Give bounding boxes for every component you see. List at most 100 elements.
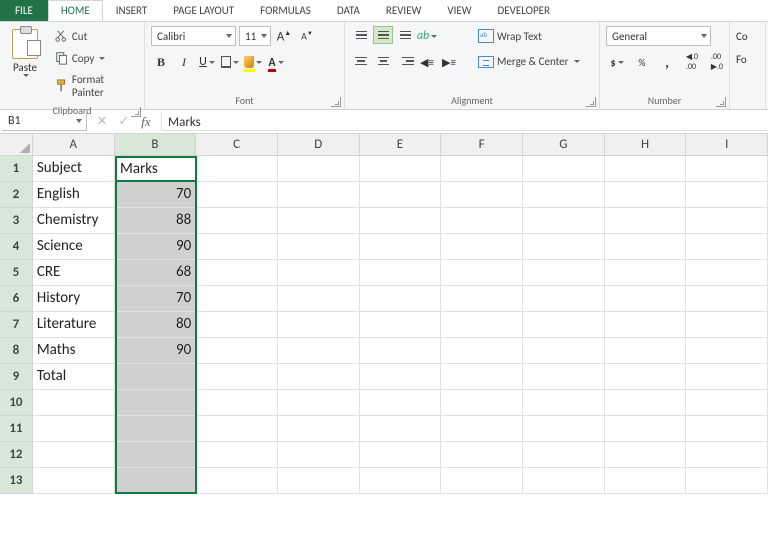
cell-H4[interactable] [605, 234, 687, 260]
cell-E7[interactable] [360, 312, 442, 338]
cell-B12[interactable] [115, 442, 197, 468]
cell-B6[interactable]: 70 [115, 286, 197, 312]
cell-F9[interactable] [441, 364, 523, 390]
merge-center-button[interactable]: Merge & Center [473, 52, 585, 71]
col-header-D[interactable]: D [278, 134, 360, 156]
row-header-1[interactable]: 1 [0, 156, 33, 182]
cell-A5[interactable]: CRE [33, 260, 115, 286]
name-box[interactable]: B1 [2, 112, 87, 131]
cell-I8[interactable] [686, 338, 768, 364]
cell-G6[interactable] [523, 286, 605, 312]
cell-H3[interactable] [605, 208, 687, 234]
cell-F12[interactable] [441, 442, 523, 468]
cell-G3[interactable] [523, 208, 605, 234]
cell-B10[interactable] [115, 390, 197, 416]
cell-H11[interactable] [605, 416, 687, 442]
cell-H13[interactable] [605, 468, 687, 494]
tab-home[interactable]: HOME [48, 0, 103, 21]
cell-C8[interactable] [196, 338, 278, 364]
cell-I12[interactable] [686, 442, 768, 468]
increase-decimal-button[interactable]: ◀.0.00 [681, 52, 703, 72]
cell-E4[interactable] [360, 234, 442, 260]
cell-F3[interactable] [441, 208, 523, 234]
cell-C9[interactable] [196, 364, 278, 390]
row-header-4[interactable]: 4 [0, 234, 33, 260]
tab-view[interactable]: VIEW [434, 0, 484, 21]
cell-D7[interactable] [278, 312, 360, 338]
cell-I6[interactable] [686, 286, 768, 312]
cut-button[interactable]: Cut [50, 26, 138, 46]
tab-review[interactable]: REVIEW [373, 0, 435, 21]
cell-G11[interactable] [523, 416, 605, 442]
cell-C5[interactable] [196, 260, 278, 286]
font-name-select[interactable]: Calibri [151, 26, 236, 46]
format-painter-button[interactable]: Format Painter [50, 70, 138, 102]
dialog-launcher-icon[interactable] [716, 97, 726, 107]
cell-B7[interactable]: 80 [115, 312, 197, 338]
align-center-button[interactable] [373, 52, 393, 70]
comma-format-button[interactable]: , [656, 52, 678, 72]
cell-E8[interactable] [360, 338, 442, 364]
paste-button[interactable]: Paste [6, 26, 44, 80]
tab-data[interactable]: DATA [324, 0, 373, 21]
row-header-11[interactable]: 11 [0, 416, 33, 442]
cell-C11[interactable] [196, 416, 278, 442]
cell-E10[interactable] [360, 390, 442, 416]
cell-A11[interactable] [33, 416, 115, 442]
cell-I9[interactable] [686, 364, 768, 390]
cell-A2[interactable]: English [33, 182, 115, 208]
select-all-corner[interactable] [0, 134, 33, 156]
cell-D11[interactable] [278, 416, 360, 442]
cell-B3[interactable]: 88 [115, 208, 197, 234]
decrease-font-button[interactable]: A▼ [297, 26, 317, 46]
tab-insert[interactable]: INSERT [103, 0, 161, 21]
font-size-select[interactable]: 11 [239, 26, 271, 46]
cell-A8[interactable]: Maths [33, 338, 115, 364]
cell-I3[interactable] [686, 208, 768, 234]
cell-I4[interactable] [686, 234, 768, 260]
cell-A12[interactable] [33, 442, 115, 468]
cell-G5[interactable] [523, 260, 605, 286]
tab-page-layout[interactable]: PAGE LAYOUT [160, 0, 247, 21]
cell-H8[interactable] [605, 338, 687, 364]
align-middle-button[interactable] [373, 26, 393, 44]
decrease-decimal-button[interactable]: .00▶.0 [706, 52, 728, 72]
cell-I11[interactable] [686, 416, 768, 442]
cell-H10[interactable] [605, 390, 687, 416]
cell-D13[interactable] [278, 468, 360, 494]
row-header-5[interactable]: 5 [0, 260, 33, 286]
cell-H9[interactable] [605, 364, 687, 390]
cell-A9[interactable]: Total [33, 364, 115, 390]
cell-D8[interactable] [278, 338, 360, 364]
cell-E6[interactable] [360, 286, 442, 312]
formula-input[interactable]: Marks [161, 112, 768, 131]
cell-D1[interactable] [278, 156, 360, 182]
cell-A3[interactable]: Chemistry [33, 208, 115, 234]
cell-H1[interactable] [605, 156, 687, 182]
percent-format-button[interactable]: % [631, 52, 653, 72]
cell-E5[interactable] [360, 260, 442, 286]
align-bottom-button[interactable] [395, 26, 415, 44]
wrap-text-button[interactable]: Wrap Text [473, 26, 585, 46]
cell-B8[interactable]: 90 [115, 338, 197, 364]
cell-B4[interactable]: 90 [115, 234, 197, 260]
cell-A6[interactable]: History [33, 286, 115, 312]
row-header-10[interactable]: 10 [0, 390, 33, 416]
row-header-6[interactable]: 6 [0, 286, 33, 312]
cell-B9[interactable] [115, 364, 197, 390]
cell-C4[interactable] [196, 234, 278, 260]
cell-F1[interactable] [441, 156, 523, 182]
cell-F10[interactable] [441, 390, 523, 416]
cell-G8[interactable] [523, 338, 605, 364]
cell-I10[interactable] [686, 390, 768, 416]
cell-G12[interactable] [523, 442, 605, 468]
cell-B1[interactable]: Marks [115, 156, 197, 182]
dialog-launcher-icon[interactable] [586, 97, 596, 107]
row-header-12[interactable]: 12 [0, 442, 33, 468]
cell-H5[interactable] [605, 260, 687, 286]
col-header-H[interactable]: H [605, 134, 687, 156]
cell-G9[interactable] [523, 364, 605, 390]
cell-D12[interactable] [278, 442, 360, 468]
italic-button[interactable]: I [174, 52, 194, 72]
col-header-E[interactable]: E [360, 134, 442, 156]
